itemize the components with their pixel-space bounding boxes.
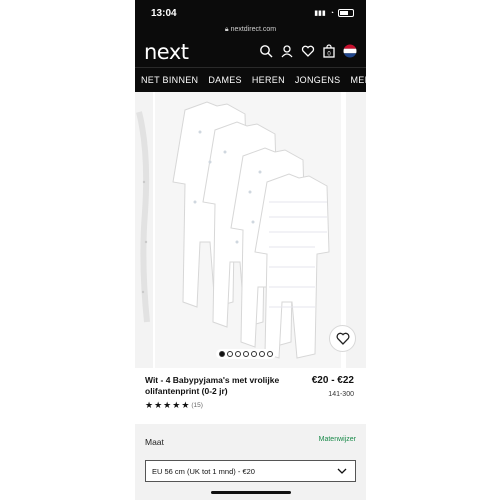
pagination-dot[interactable] <box>235 351 241 357</box>
heart-icon <box>336 332 349 345</box>
size-guide-link[interactable]: Matenwijzer <box>319 436 356 443</box>
status-time: 13:04 <box>151 8 177 19</box>
product-code: 141-300 <box>328 391 354 398</box>
size-label: Maat <box>145 437 164 447</box>
country-flag-icon[interactable] <box>343 44 357 58</box>
pagination-dot[interactable] <box>267 351 273 357</box>
add-to-favourites-button[interactable] <box>329 325 356 352</box>
star-icon: ★ <box>145 400 154 410</box>
pagination-dot[interactable] <box>243 351 249 357</box>
product-title: Wit - 4 Babypyjama's met vrolijke olifan… <box>145 375 280 396</box>
star-icon: ★ <box>163 400 172 410</box>
nav-item-jongens[interactable]: JONGENS <box>295 68 341 92</box>
nav-item-meisjes[interactable]: MEI <box>350 68 366 92</box>
previous-image-peek[interactable] <box>135 92 153 368</box>
status-icons: ▮▮▮ ◔ <box>314 9 354 17</box>
next-logo[interactable]: next <box>144 40 189 64</box>
review-count: (15) <box>191 401 203 409</box>
chevron-down-icon <box>337 468 347 474</box>
gallery-pagination <box>216 349 276 359</box>
pagination-dot[interactable] <box>251 351 257 357</box>
star-icon: ★ <box>181 400 190 410</box>
status-bar: 13:04 ▮▮▮ ◔ 🔒︎ nextdirect.com <box>135 0 366 38</box>
pagination-dot[interactable] <box>259 351 265 357</box>
url-bar[interactable]: 🔒︎ nextdirect.com <box>135 26 366 34</box>
header-icons: 0 <box>259 44 357 58</box>
search-icon[interactable] <box>259 44 273 58</box>
account-icon[interactable] <box>280 44 294 58</box>
star-icon: ★ <box>154 400 163 410</box>
product-image-pyjamas[interactable] <box>155 92 341 368</box>
pagination-dot[interactable] <box>227 351 233 357</box>
site-header: next 0 <box>135 38 366 67</box>
nav-item-dames[interactable]: DAMES <box>208 68 242 92</box>
home-indicator <box>211 491 291 494</box>
product-rating[interactable]: ★ ★ ★ ★ ★ (15) <box>145 400 203 410</box>
star-icon: ★ <box>172 400 181 410</box>
nav-item-heren[interactable]: HEREN <box>252 68 285 92</box>
lock-icon: 🔒︎ <box>224 26 229 33</box>
nav-item-net-binnen[interactable]: NET BINNEN <box>141 68 198 92</box>
wifi-icon: ◔ <box>329 9 334 17</box>
signal-icon: ▮▮▮ <box>314 10 326 17</box>
size-select-value: EU 56 cm (UK tot 1 mnd) - €20 <box>152 466 255 476</box>
battery-icon <box>338 9 354 17</box>
product-image-gallery[interactable] <box>135 92 366 368</box>
size-panel: Maat Matenwijzer EU 56 cm (UK tot 1 mnd)… <box>135 424 366 500</box>
category-nav: NET BINNEN DAMES HEREN JONGENS MEI <box>135 67 366 92</box>
product-price: €20 - €22 <box>311 375 354 386</box>
url-text: nextdirect.com <box>230 26 277 33</box>
pagination-dot[interactable] <box>219 351 225 357</box>
wishlist-heart-icon[interactable] <box>301 44 315 58</box>
size-select[interactable]: EU 56 cm (UK tot 1 mnd) - €20 <box>145 460 356 482</box>
phone-screen: 13:04 ▮▮▮ ◔ 🔒︎ nextdirect.com next 0 NET… <box>135 0 366 500</box>
bag-icon[interactable]: 0 <box>322 44 336 58</box>
